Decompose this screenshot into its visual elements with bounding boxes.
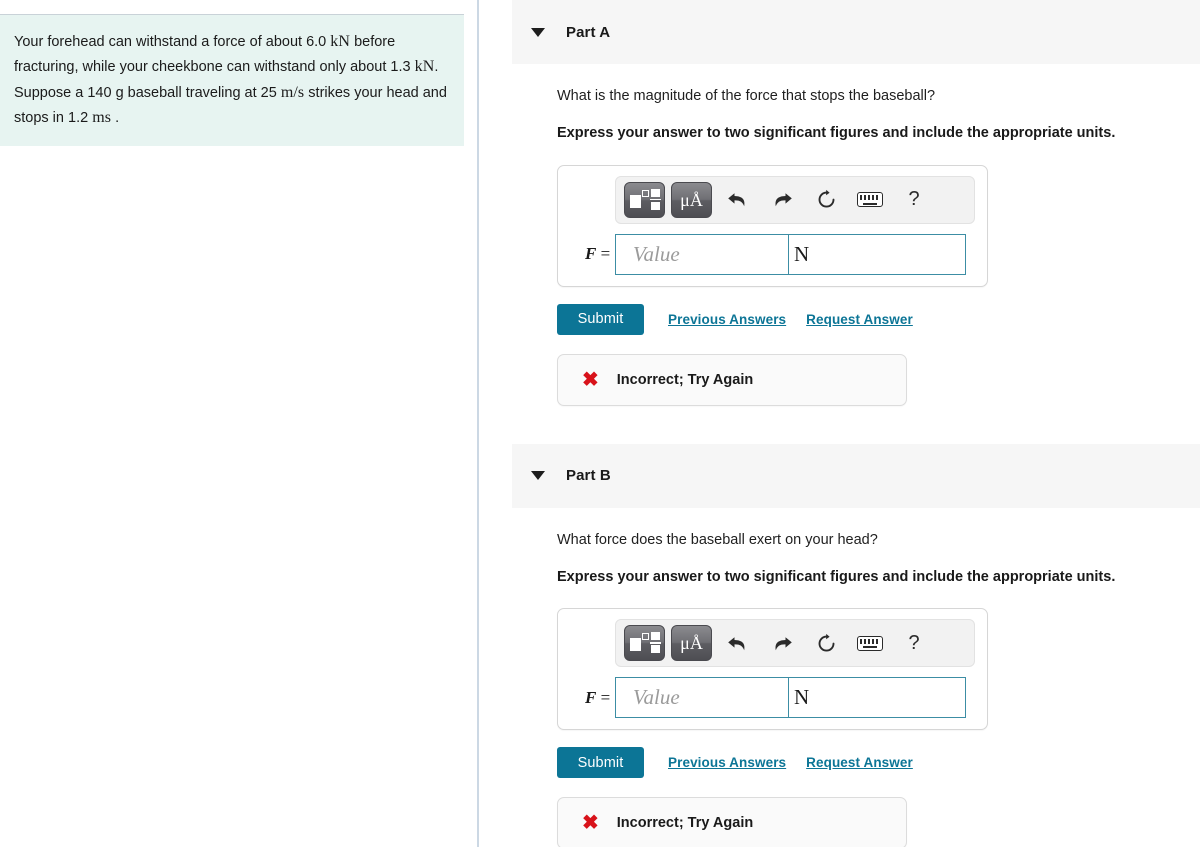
actions-b: Submit Previous Answers Request Answer bbox=[557, 747, 1180, 779]
request-answer-link-a[interactable]: Request Answer bbox=[806, 312, 913, 327]
variable-label-b: F = bbox=[585, 687, 611, 707]
incorrect-icon: ✖ bbox=[582, 368, 599, 391]
question-instruction-a: Express your answer to two significant f… bbox=[557, 125, 1116, 142]
question-text-b: What force does the baseball exert on yo… bbox=[557, 531, 878, 548]
request-answer-link-b[interactable]: Request Answer bbox=[806, 755, 913, 770]
keyboard-icon[interactable] bbox=[850, 625, 890, 661]
problem-statement-text: Your forehead can withstand a force of a… bbox=[14, 33, 447, 126]
answer-row-b: F = bbox=[569, 677, 976, 719]
part-header-a[interactable]: Part A bbox=[512, 0, 1200, 64]
previous-answers-link-b[interactable]: Previous Answers bbox=[668, 755, 786, 770]
redo-icon[interactable] bbox=[762, 625, 802, 661]
answer-unit-input-a[interactable] bbox=[789, 233, 966, 275]
previous-answers-link-a[interactable]: Previous Answers bbox=[668, 312, 786, 327]
units-icon[interactable]: μÅ bbox=[671, 625, 712, 662]
submit-button-b[interactable]: Submit bbox=[557, 747, 644, 779]
math-template-icon[interactable] bbox=[624, 181, 665, 218]
answer-panel-a: μÅ ? F = Value N bbox=[557, 164, 988, 287]
problem-statement-box: Your forehead can withstand a force of a… bbox=[0, 14, 464, 147]
question-text-a: What is the magnitude of the force that … bbox=[557, 88, 936, 104]
help-icon[interactable]: ? bbox=[894, 182, 934, 218]
redo-icon[interactable] bbox=[762, 182, 802, 218]
part-body-a: What is the magnitude of the force that … bbox=[479, 86, 1200, 406]
units-icon[interactable]: μÅ bbox=[671, 181, 712, 218]
math-toolbar-b: μÅ ? bbox=[615, 619, 975, 668]
answer-panel-b: μÅ ? F = Value N bbox=[557, 608, 988, 731]
keyboard-icon[interactable] bbox=[850, 182, 890, 218]
feedback-banner-b: ✖ Incorrect; Try Again bbox=[557, 797, 907, 847]
chevron-down-icon[interactable] bbox=[531, 27, 545, 37]
part-title-b: Part B bbox=[566, 467, 611, 485]
question-instruction-b: Express your answer to two significant f… bbox=[557, 568, 1116, 585]
math-toolbar-a: μÅ ? bbox=[615, 175, 975, 224]
answer-unit-input-b[interactable] bbox=[789, 677, 966, 719]
reset-icon[interactable] bbox=[806, 182, 846, 218]
problem-statement-column: Your forehead can withstand a force of a… bbox=[0, 0, 477, 847]
answer-value-input-a[interactable] bbox=[615, 233, 789, 275]
feedback-text-a: Incorrect; Try Again bbox=[616, 371, 754, 388]
actions-a: Submit Previous Answers Request Answer bbox=[557, 303, 1180, 335]
part-body-b: What force does the baseball exert on yo… bbox=[479, 530, 1200, 847]
reset-icon[interactable] bbox=[806, 625, 846, 661]
variable-label-a: F = bbox=[585, 244, 611, 264]
part-title-a: Part A bbox=[566, 23, 611, 41]
chevron-down-icon[interactable] bbox=[531, 471, 545, 481]
incorrect-icon: ✖ bbox=[582, 812, 599, 835]
feedback-text-b: Incorrect; Try Again bbox=[616, 815, 754, 832]
undo-icon[interactable] bbox=[718, 182, 758, 218]
math-template-icon[interactable] bbox=[624, 625, 665, 662]
page-root: Your forehead can withstand a force of a… bbox=[0, 0, 1200, 847]
part-header-b[interactable]: Part B bbox=[512, 443, 1200, 508]
answer-value-input-b[interactable] bbox=[615, 677, 789, 719]
parts-column: Part A What is the magnitude of the forc… bbox=[479, 0, 1200, 847]
undo-icon[interactable] bbox=[718, 625, 758, 661]
answer-row-a: F = bbox=[569, 233, 976, 275]
submit-button-a[interactable]: Submit bbox=[557, 303, 644, 335]
feedback-banner-a: ✖ Incorrect; Try Again bbox=[557, 353, 907, 406]
help-icon[interactable]: ? bbox=[894, 625, 934, 661]
